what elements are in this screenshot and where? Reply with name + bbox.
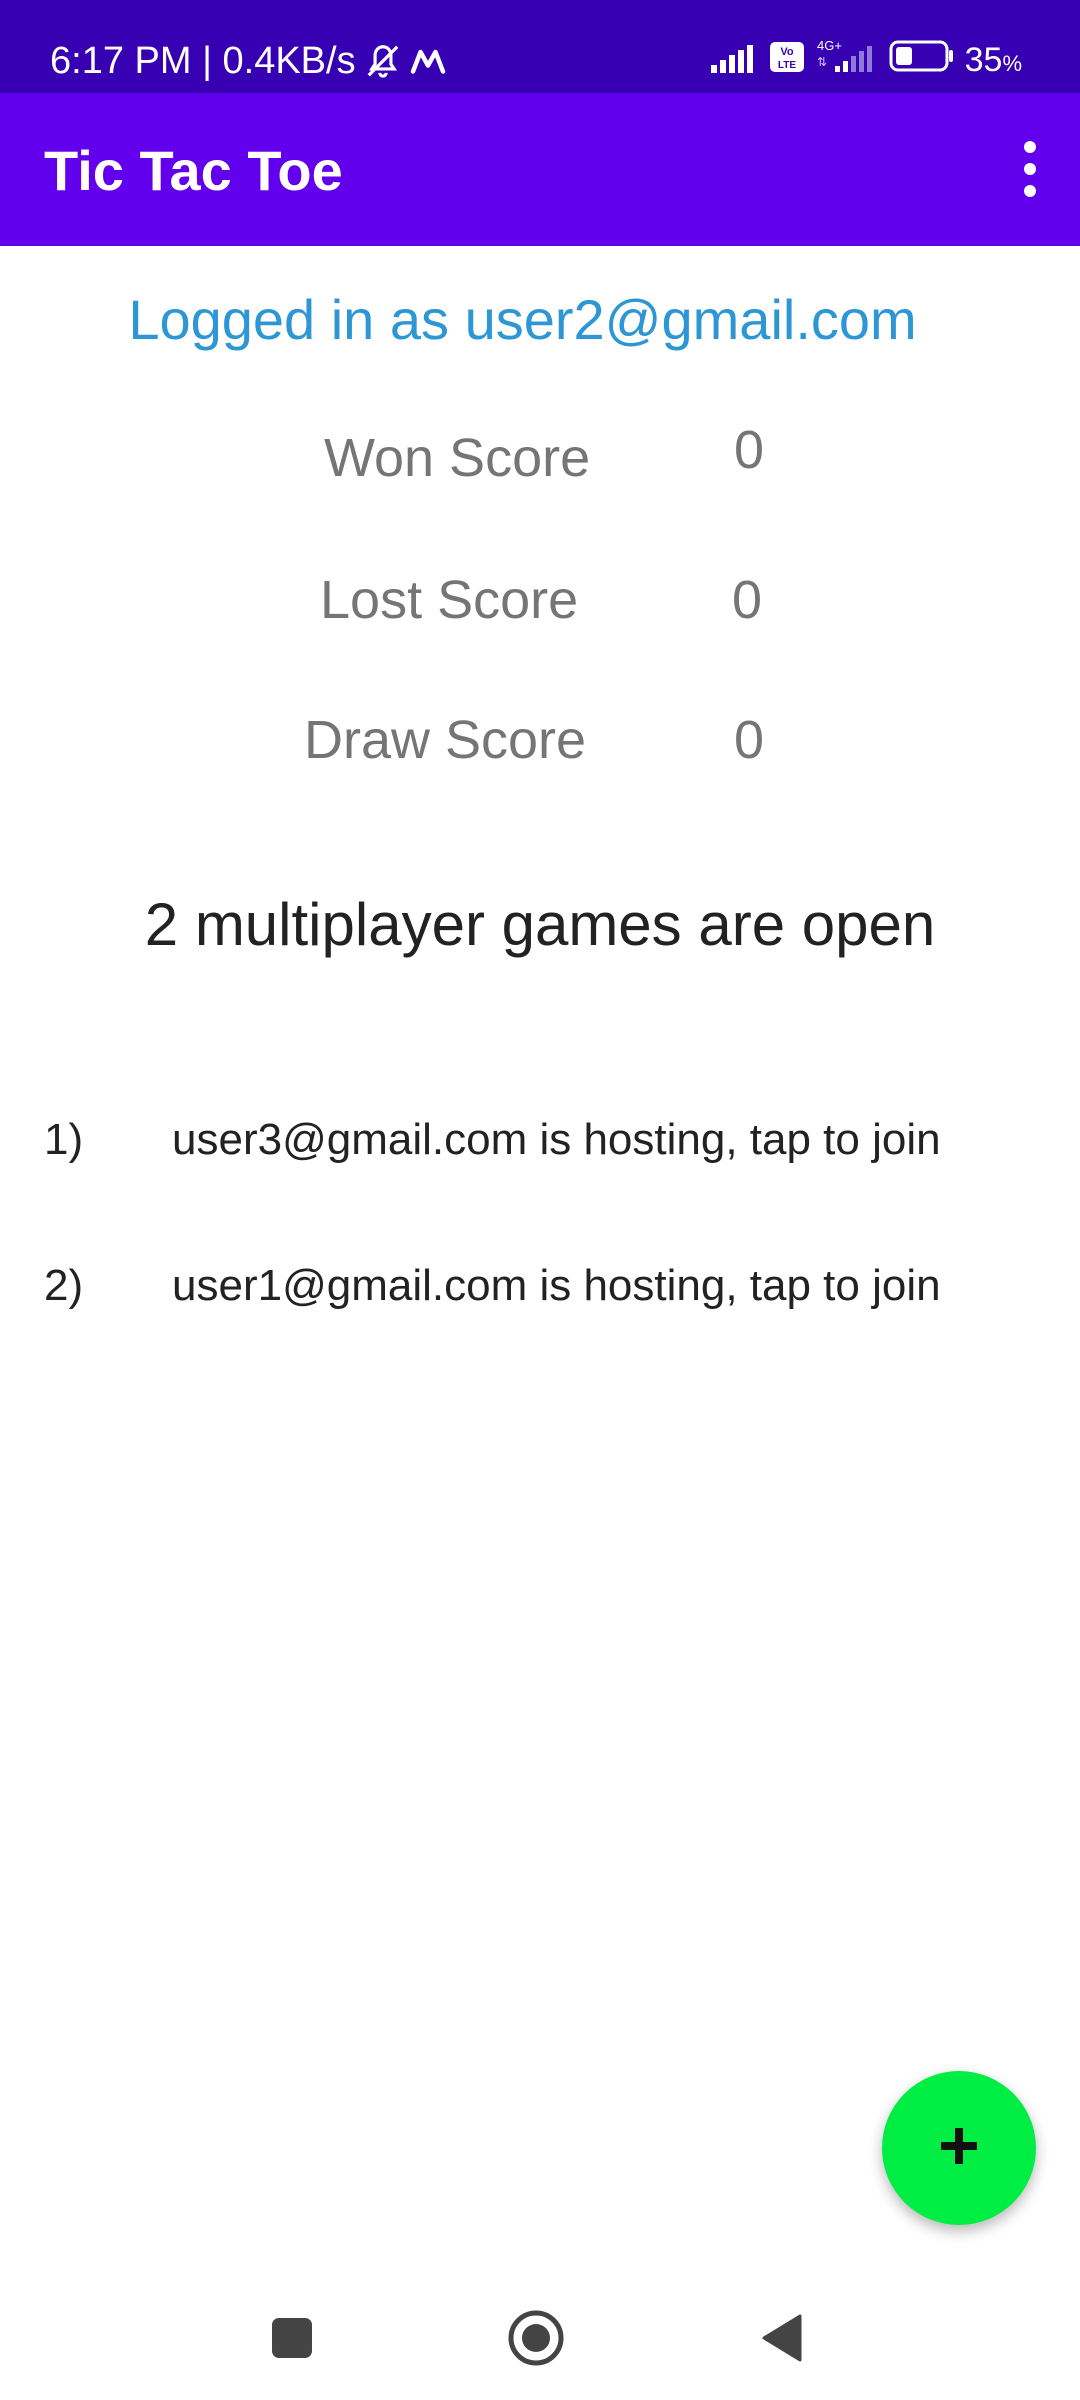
signal-bars-icon — [710, 38, 759, 86]
draw-score-label: Draw Score — [304, 710, 587, 770]
won-score-label: Won Score — [324, 428, 591, 488]
plus-icon — [937, 2124, 981, 2173]
draw-score-value: 0 — [734, 710, 765, 770]
logged-in-text: Logged in as user2@gmail.com — [128, 288, 917, 351]
back-triangle-icon — [760, 2314, 804, 2367]
app-bar: Tic Tac Toe — [0, 93, 1080, 246]
home-button[interactable] — [506, 2310, 566, 2370]
back-button[interactable] — [752, 2310, 812, 2370]
status-bar: 6:17 PM | 0.4KB/s Vo LTE 4G+ ⇅ 35% — [0, 0, 1080, 93]
overflow-menu-button[interactable] — [1010, 137, 1050, 201]
home-circle-icon — [507, 2309, 565, 2372]
battery-level-unit: % — [1002, 51, 1022, 76]
game-host-text: user3@gmail.com is hosting, tap to join — [172, 1115, 941, 1164]
game-host-text: user1@gmail.com is hosting, tap to join — [172, 1261, 941, 1310]
svg-text:LTE: LTE — [778, 60, 796, 71]
overflow-dot — [1024, 163, 1036, 175]
status-left: 6:17 PM | 0.4KB/s — [50, 37, 446, 85]
overflow-dot — [1024, 185, 1036, 197]
battery-icon — [889, 38, 955, 86]
open-games-heading: 2 multiplayer games are open — [144, 891, 936, 958]
battery-level-value: 35 — [964, 41, 1003, 79]
lost-score-value: 0 — [732, 570, 763, 630]
game-index: 1) — [44, 1115, 84, 1164]
list-item-game-1[interactable]: 1) user3@gmail.com is hosting, tap to jo… — [0, 1094, 1080, 1194]
svg-text:Vo: Vo — [780, 46, 794, 58]
add-game-fab-button[interactable] — [882, 2071, 1036, 2225]
screen: 6:17 PM | 0.4KB/s Vo LTE 4G+ ⇅ 35% Tic T… — [0, 0, 1080, 2400]
game-index: 2) — [44, 1261, 84, 1310]
battery-level-text: 35% — [965, 36, 1022, 88]
overflow-dot — [1024, 141, 1036, 153]
app-title: Tic Tac Toe — [44, 139, 343, 202]
list-item-game-2[interactable]: 2) user1@gmail.com is hosting, tap to jo… — [0, 1240, 1080, 1340]
won-score-value: 0 — [734, 420, 765, 480]
volte-icon: Vo LTE — [769, 38, 805, 86]
svg-text:4G+: 4G+ — [817, 38, 842, 53]
app-m-icon — [410, 46, 446, 76]
bell-off-icon — [364, 42, 402, 80]
status-time-speed: 6:17 PM | 0.4KB/s — [50, 40, 356, 82]
recents-button[interactable] — [262, 2310, 322, 2370]
svg-text:⇅: ⇅ — [817, 55, 827, 69]
recents-square-icon — [270, 2316, 314, 2365]
signal-4g-icon: 4G+ ⇅ — [815, 38, 879, 87]
system-nav-bar — [0, 2280, 1080, 2400]
lost-score-label: Lost Score — [320, 570, 579, 630]
status-right: Vo LTE 4G+ ⇅ 35% — [710, 36, 1022, 88]
